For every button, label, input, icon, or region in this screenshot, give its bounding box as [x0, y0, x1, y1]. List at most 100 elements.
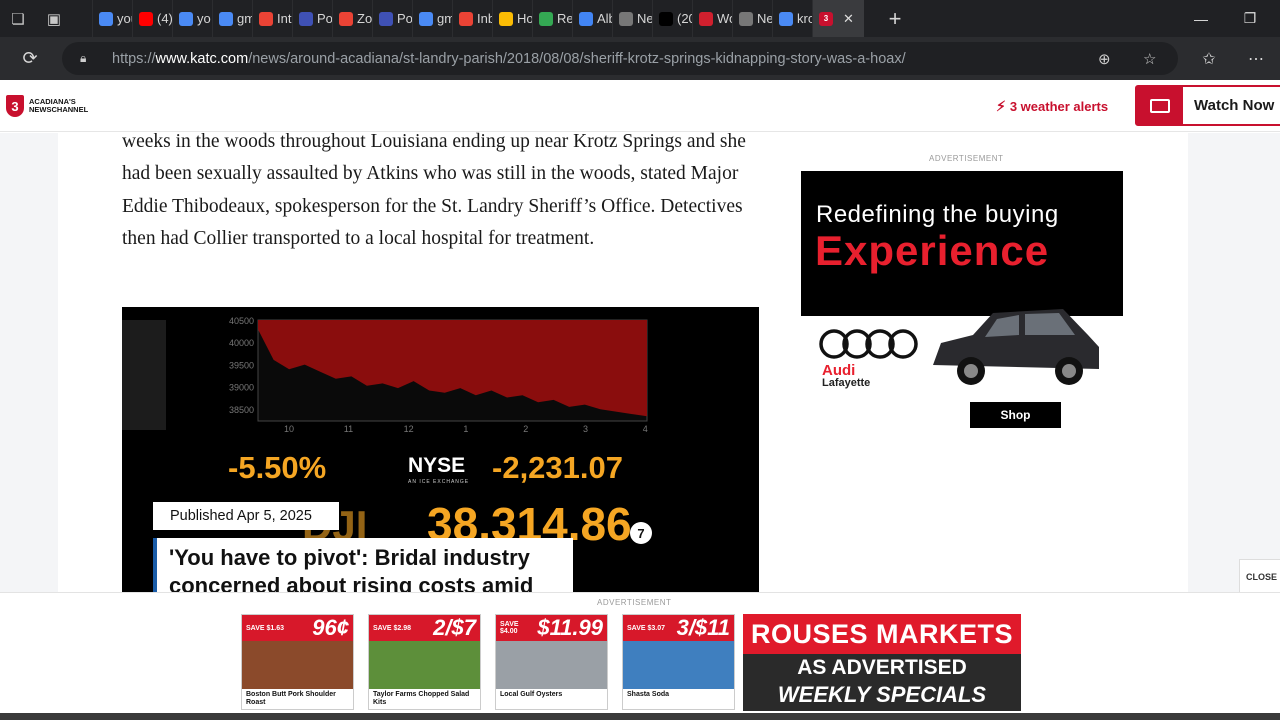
tab-4[interactable]: Int	[252, 0, 292, 37]
tab-label: Re	[557, 11, 572, 26]
x-icon	[659, 11, 673, 26]
tab-0[interactable]: you	[92, 0, 132, 37]
tab-6[interactable]: Zo	[332, 0, 372, 37]
url-text[interactable]: https://www.katc.com/news/around-acadian…	[112, 51, 906, 67]
gmail-icon	[459, 11, 473, 26]
zm-icon	[299, 11, 313, 26]
bottom-advertisement-label: ADVERTISEMENT	[597, 598, 672, 607]
promo-caption: Shasta Soda	[627, 691, 670, 698]
logo-badge: 3	[6, 95, 24, 117]
favorites-icon[interactable]: ✩	[1186, 37, 1232, 80]
tab-11[interactable]: Re	[532, 0, 572, 37]
lightning-icon: ⚡︎	[996, 98, 1006, 114]
rouses-ad[interactable]: ROUSES MARKETS AS ADVERTISED WEEKLY SPEC…	[743, 614, 1021, 711]
new-tab-button[interactable]: +	[880, 6, 910, 32]
tab-13[interactable]: Ne	[612, 0, 652, 37]
tab-8[interactable]: gm	[412, 0, 452, 37]
tab-17[interactable]: kro	[772, 0, 812, 37]
site-logo[interactable]: 3 ACADIANA'S NEWSCHANNEL	[6, 94, 90, 118]
promo-price: $11.99	[537, 615, 603, 640]
promo-price-bar: SAVE $1.63 96¢	[242, 615, 353, 641]
tab-label: Ho	[517, 11, 532, 26]
url-path: /news/around-acadiana/st-landry-parish/2…	[248, 50, 906, 67]
related-story-headline[interactable]: 'You have to pivot': Bridal industry con…	[157, 538, 573, 594]
tab-1[interactable]: (4)	[132, 0, 172, 37]
url-host: www.katc.com	[155, 50, 249, 67]
promo-save: SAVE $4.00	[500, 621, 519, 635]
tab-label: Wo	[717, 11, 732, 26]
tab-label: yo	[197, 11, 211, 26]
reader-icon[interactable]: ⊕	[1098, 42, 1111, 75]
related-story-card[interactable]: 'You have to pivot': Bridal industry con…	[153, 538, 573, 594]
shop-button[interactable]: Shop	[970, 402, 1061, 428]
tab-2[interactable]: yo	[172, 0, 212, 37]
promo-save: SAVE $3.07	[627, 624, 666, 632]
promo-price: 96¢	[312, 615, 349, 640]
logo-line2: NEWSCHANNEL	[29, 105, 89, 114]
nyse-logo: NYSE AN ICE EXCHANGE	[408, 454, 469, 485]
search-icon	[179, 11, 193, 26]
promo-image	[496, 641, 607, 689]
exchange-sub: AN ICE EXCHANGE	[408, 479, 470, 485]
y-tick-label: 39500	[229, 360, 254, 370]
promo-card[interactable]: SAVE $2.98 2/$7 Taylor Farms Chopped Salad…	[368, 614, 481, 710]
gmail-icon	[339, 11, 353, 26]
tab-label: (4)	[157, 11, 172, 26]
close-tab-icon[interactable]: ✕	[843, 11, 854, 27]
weather-alerts-link[interactable]: ⚡︎ 3 weather alerts	[996, 98, 1108, 115]
promo-card[interactable]: SAVE $3.07 3/$11 Shasta Soda	[622, 614, 735, 710]
workspaces-icon[interactable]: ❏	[0, 0, 36, 37]
tab-label: Inb	[477, 11, 492, 26]
promo-image	[369, 641, 480, 689]
x-tick-label: 3	[583, 424, 588, 434]
promo-card[interactable]: SAVE $4.00 $11.99 Local Gulf Oysters	[495, 614, 608, 710]
x-tick-label: 4	[643, 424, 648, 434]
minimize-button[interactable]: —	[1177, 0, 1225, 37]
favorite-star-icon[interactable]: ☆	[1143, 42, 1156, 75]
watch-now-button[interactable]: Watch Now	[1135, 85, 1280, 126]
drive-icon	[499, 11, 513, 26]
promo-caption: Taylor Farms Chopped Salad Kits	[373, 691, 470, 706]
x-tick-label: 1	[463, 424, 468, 434]
lock-icon[interactable]: 🔒︎	[80, 51, 94, 66]
tab-10[interactable]: Ho	[492, 0, 532, 37]
tab-label: (20	[677, 11, 692, 26]
close-window-button[interactable]	[1260, 0, 1280, 37]
zm-icon	[379, 11, 393, 26]
points-change: -2,231.07	[492, 450, 623, 485]
close-ad-button[interactable]: CLOSE	[1239, 559, 1280, 593]
promo-price-bar: SAVE $4.00 $11.99	[496, 615, 607, 641]
rouses-sub2: WEEKLY SPECIALS	[777, 682, 987, 707]
x-tick-label: 11	[344, 424, 353, 434]
audi-ad[interactable]: Redefining the buying Experience Audi La…	[801, 171, 1123, 429]
tab-12[interactable]: Alb	[572, 0, 612, 37]
ad-headline-accent: Experience	[815, 227, 1050, 274]
more-options-icon[interactable]: ⋯	[1233, 37, 1279, 80]
promo-caption: Boston Butt Pork Shoulder Roast	[246, 691, 336, 706]
tv-icon	[1137, 87, 1183, 124]
bottom-strip	[0, 713, 1280, 720]
tab-15[interactable]: Wo	[692, 0, 732, 37]
tab-label: gm	[237, 11, 252, 26]
promo-save: SAVE $1.63	[246, 624, 285, 632]
tab-actions-icon[interactable]: ▣	[36, 0, 72, 37]
tab-3[interactable]: gm	[212, 0, 252, 37]
percent-change: -5.50%	[228, 450, 327, 485]
tab-5[interactable]: Po	[292, 0, 332, 37]
y-tick-label: 40000	[229, 338, 254, 348]
channel-7-logo: 7	[630, 522, 652, 544]
tab-7[interactable]: Po	[372, 0, 412, 37]
promo-price: 3/$11	[676, 615, 730, 640]
tab-katc-active[interactable]: 3 ✕	[812, 0, 864, 37]
tab-9[interactable]: Inb	[452, 0, 492, 37]
k-icon	[699, 11, 713, 26]
promo-card[interactable]: SAVE $1.63 96¢ Boston Butt Pork Shoulder R…	[241, 614, 354, 710]
promo-price: 2/$7	[433, 615, 476, 640]
tab-16[interactable]: Ne	[732, 0, 772, 37]
search-icon	[419, 11, 433, 26]
reload-button[interactable]: ⟳	[8, 37, 52, 80]
tab-14[interactable]: (20	[652, 0, 692, 37]
address-bar[interactable]: 🔒︎ https://www.katc.com/news/around-acad…	[62, 42, 1178, 75]
promo-price-bar: SAVE $3.07 3/$11	[623, 615, 734, 641]
ad-city: Lafayette	[822, 377, 871, 389]
